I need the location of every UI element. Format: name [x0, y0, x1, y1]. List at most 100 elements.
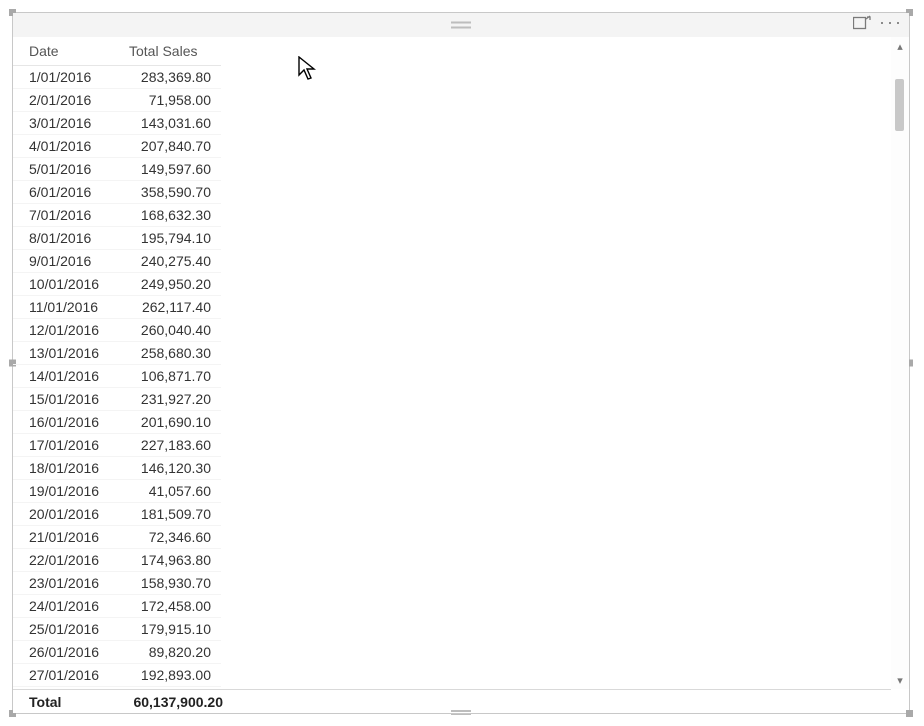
visual-header-actions: ··· — [853, 15, 903, 29]
sales-cell: 258,680.30 — [113, 342, 221, 365]
date-cell: 1/01/2016 — [13, 66, 113, 89]
sales-cell: 260,040.40 — [113, 319, 221, 342]
drag-handle-icon[interactable] — [451, 22, 471, 29]
date-cell: 20/01/2016 — [13, 503, 113, 526]
table-row[interactable]: 4/01/2016207,840.70 — [13, 135, 221, 158]
date-cell: 26/01/2016 — [13, 641, 113, 664]
table-row[interactable]: 24/01/2016172,458.00 — [13, 595, 221, 618]
sales-cell: 179,915.10 — [113, 618, 221, 641]
bottom-drag-handle-icon[interactable] — [451, 710, 471, 715]
sales-cell: 207,840.70 — [113, 135, 221, 158]
table-row[interactable]: 16/01/2016201,690.10 — [13, 411, 221, 434]
date-cell: 7/01/2016 — [13, 204, 113, 227]
table-row[interactable]: 22/01/2016174,963.80 — [13, 549, 221, 572]
table-header-row: Date Total Sales — [13, 37, 221, 66]
date-cell: 27/01/2016 — [13, 664, 113, 687]
sales-cell: 89,820.20 — [113, 641, 221, 664]
sales-cell: 149,597.60 — [113, 158, 221, 181]
date-cell: 24/01/2016 — [13, 595, 113, 618]
table-row[interactable]: 11/01/2016262,117.40 — [13, 296, 221, 319]
table-row[interactable]: 12/01/2016260,040.40 — [13, 319, 221, 342]
date-cell: 13/01/2016 — [13, 342, 113, 365]
total-value: 60,137,900.20 — [113, 694, 233, 710]
table-row[interactable]: 26/01/201689,820.20 — [13, 641, 221, 664]
total-label: Total — [13, 694, 113, 710]
sales-cell: 201,690.10 — [113, 411, 221, 434]
date-cell: 8/01/2016 — [13, 227, 113, 250]
date-cell: 25/01/2016 — [13, 618, 113, 641]
date-cell: 23/01/2016 — [13, 572, 113, 595]
table-row[interactable]: 1/01/2016283,369.80 — [13, 66, 221, 89]
data-table: Date Total Sales 1/01/2016283,369.802/01… — [13, 37, 221, 689]
table-row[interactable]: 13/01/2016258,680.30 — [13, 342, 221, 365]
sales-cell: 41,057.60 — [113, 480, 221, 503]
sales-cell: 249,950.20 — [113, 273, 221, 296]
date-cell: 15/01/2016 — [13, 388, 113, 411]
vertical-scrollbar[interactable]: ▴ ▾ — [891, 37, 909, 689]
date-cell: 12/01/2016 — [13, 319, 113, 342]
sales-cell: 106,871.70 — [113, 365, 221, 388]
table-row[interactable]: 17/01/2016227,183.60 — [13, 434, 221, 457]
more-options-icon[interactable]: ··· — [879, 15, 903, 29]
table-row[interactable]: 19/01/201641,057.60 — [13, 480, 221, 503]
sales-cell: 195,794.10 — [113, 227, 221, 250]
table-row[interactable]: 18/01/2016146,120.30 — [13, 457, 221, 480]
table-row[interactable]: 2/01/201671,958.00 — [13, 89, 221, 112]
column-header-date[interactable]: Date — [13, 37, 113, 66]
table-body: 1/01/2016283,369.802/01/201671,958.003/0… — [13, 66, 221, 690]
table-row[interactable]: 15/01/2016231,927.20 — [13, 388, 221, 411]
date-cell: 6/01/2016 — [13, 181, 113, 204]
sales-cell: 262,117.40 — [113, 296, 221, 319]
date-cell: 9/01/2016 — [13, 250, 113, 273]
scroll-up-icon[interactable]: ▴ — [891, 37, 909, 55]
sales-cell: 72,346.60 — [113, 526, 221, 549]
sales-cell: 143,031.60 — [113, 112, 221, 135]
date-cell: 22/01/2016 — [13, 549, 113, 572]
table-row[interactable]: 23/01/2016158,930.70 — [13, 572, 221, 595]
date-cell: 17/01/2016 — [13, 434, 113, 457]
sales-cell: 358,590.70 — [113, 181, 221, 204]
sales-cell: 192,893.00 — [113, 664, 221, 687]
date-cell: 16/01/2016 — [13, 411, 113, 434]
sales-cell: 168,632.30 — [113, 204, 221, 227]
scroll-down-icon[interactable]: ▾ — [891, 671, 909, 689]
date-cell: 11/01/2016 — [13, 296, 113, 319]
table-visual-frame[interactable]: ··· Date Total Sales 1/01/2016283,369.80… — [12, 12, 910, 714]
table-row[interactable]: 27/01/2016192,893.00 — [13, 664, 221, 687]
sales-cell: 283,369.80 — [113, 66, 221, 89]
table-row[interactable]: 7/01/2016168,632.30 — [13, 204, 221, 227]
date-cell: 19/01/2016 — [13, 480, 113, 503]
date-cell: 5/01/2016 — [13, 158, 113, 181]
table-row[interactable]: 25/01/2016179,915.10 — [13, 618, 221, 641]
table-row[interactable]: 8/01/2016195,794.10 — [13, 227, 221, 250]
date-cell: 2/01/2016 — [13, 89, 113, 112]
sales-cell: 231,927.20 — [113, 388, 221, 411]
table-row[interactable]: 9/01/2016240,275.40 — [13, 250, 221, 273]
table-scroll-viewport[interactable]: Date Total Sales 1/01/2016283,369.802/01… — [13, 37, 891, 689]
visual-header-bar: ··· — [13, 13, 909, 37]
sales-cell: 172,458.00 — [113, 595, 221, 618]
sales-cell: 174,963.80 — [113, 549, 221, 572]
table-row[interactable]: 20/01/2016181,509.70 — [13, 503, 221, 526]
table-row[interactable]: 6/01/2016358,590.70 — [13, 181, 221, 204]
table-row[interactable]: 10/01/2016249,950.20 — [13, 273, 221, 296]
date-cell: 3/01/2016 — [13, 112, 113, 135]
scroll-thumb[interactable] — [895, 79, 904, 131]
date-cell: 18/01/2016 — [13, 457, 113, 480]
column-header-sales[interactable]: Total Sales — [113, 37, 221, 66]
date-cell: 14/01/2016 — [13, 365, 113, 388]
focus-mode-icon[interactable] — [853, 15, 869, 29]
sales-cell: 227,183.60 — [113, 434, 221, 457]
sales-cell: 181,509.70 — [113, 503, 221, 526]
sales-cell: 158,930.70 — [113, 572, 221, 595]
date-cell: 21/01/2016 — [13, 526, 113, 549]
table-area: Date Total Sales 1/01/2016283,369.802/01… — [13, 37, 909, 713]
table-row[interactable]: 3/01/2016143,031.60 — [13, 112, 221, 135]
date-cell: 4/01/2016 — [13, 135, 113, 158]
sales-cell: 71,958.00 — [113, 89, 221, 112]
table-row[interactable]: 21/01/201672,346.60 — [13, 526, 221, 549]
sales-cell: 146,120.30 — [113, 457, 221, 480]
table-row[interactable]: 14/01/2016106,871.70 — [13, 365, 221, 388]
table-row[interactable]: 5/01/2016149,597.60 — [13, 158, 221, 181]
date-cell: 10/01/2016 — [13, 273, 113, 296]
